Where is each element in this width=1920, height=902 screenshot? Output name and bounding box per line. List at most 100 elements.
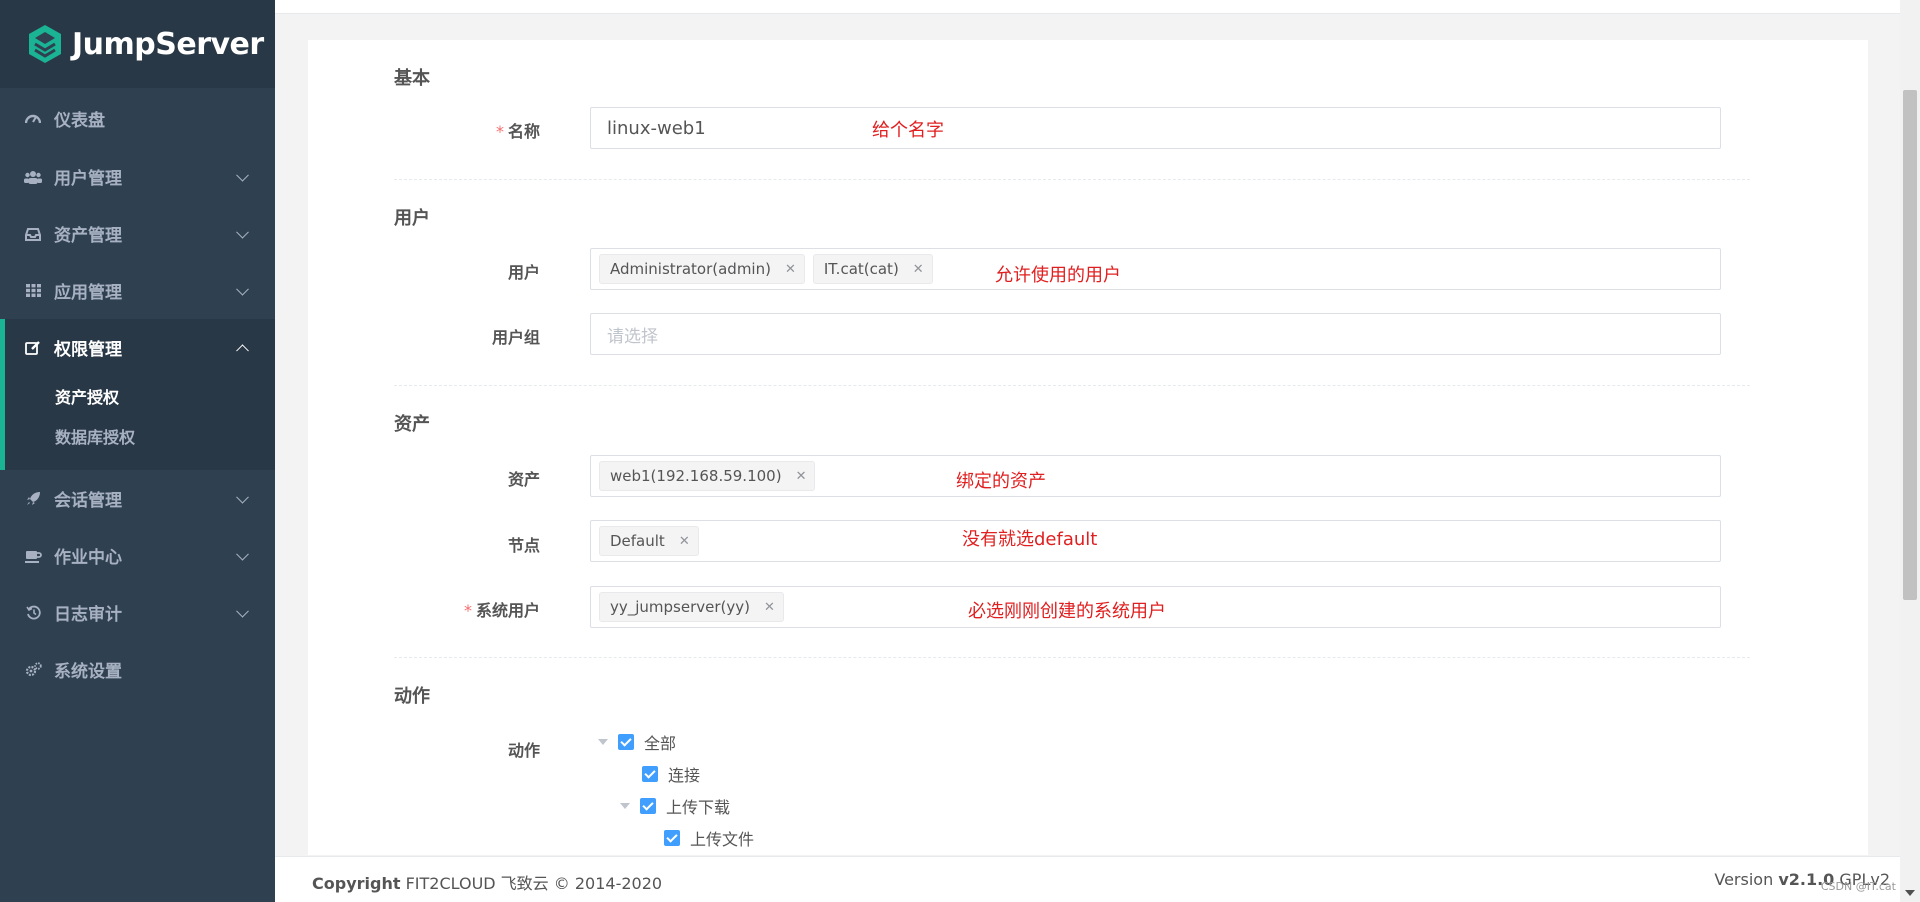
chevron-down-icon [236,490,249,504]
sidebar-item-dashboard[interactable]: 仪表盘 [0,88,275,148]
brand-name: JumpServer [72,26,264,62]
section-title-basic: 基本 [394,68,430,89]
chevron-down-icon [236,168,249,182]
users-label: 用户 [507,263,540,282]
assets-select[interactable]: web1(192.168.59.100) ✕ [590,455,1721,497]
sidebar-subitem-database-permission[interactable]: 数据库授权 [5,416,275,456]
section-divider [394,657,1750,658]
tree-node-upload[interactable]: 上传文件 [664,826,754,850]
sidebar-item-users[interactable]: 用户管理 [0,148,275,205]
inbox-icon [24,225,42,243]
tree-node-connect[interactable]: 连接 [642,762,700,786]
section-title-asset: 资产 [394,414,430,435]
scroll-down-arrow-icon[interactable] [1905,890,1915,896]
section-divider [394,179,1750,180]
coffee-icon [24,547,42,565]
close-icon[interactable]: ✕ [796,469,807,484]
chevron-down-icon [236,225,249,239]
sidebar-item-permissions[interactable]: 权限管理 [5,319,275,376]
annotation-users: 允许使用的用户 [995,265,1121,286]
checkbox-checked[interactable] [640,798,656,814]
footer: Copyright FIT2CLOUD 飞致云 © 2014-2020 Vers… [275,856,1900,902]
annotation-system-user: 必选刚刚创建的系统用户 [968,601,1166,622]
tree-node-transfer[interactable]: 上传下载 [620,794,730,818]
permissions-submenu: 资产授权 数据库授权 [5,376,275,470]
caret-down-icon[interactable] [598,739,608,745]
gears-icon [24,661,42,679]
sidebar-item-settings[interactable]: 系统设置 [0,641,275,698]
jumpserver-logo-icon [29,25,61,63]
section-divider [394,385,1750,386]
dashboard-icon [24,109,42,127]
tree-node-all[interactable]: 全部 [598,730,676,754]
users-select[interactable]: Administrator(admin) ✕ IT.cat(cat) ✕ [590,248,1721,290]
page-scrollbar[interactable] [1900,0,1920,902]
sidebar-item-label: 会话管理 [54,491,122,511]
name-label: * 名称 [495,122,540,141]
required-mark: * [495,122,504,141]
checkbox-checked[interactable] [664,830,680,846]
sidebar-item-sessions[interactable]: 会话管理 [0,470,275,527]
user-tag: Administrator(admin) ✕ [599,254,805,284]
close-icon[interactable]: ✕ [785,262,796,277]
sidebar-item-label: 应用管理 [54,283,122,303]
sidebar-item-audit[interactable]: 日志审计 [0,584,275,641]
user-groups-label: 用户组 [491,328,540,347]
close-icon[interactable]: ✕ [679,534,690,549]
scrollbar-thumb[interactable] [1903,90,1917,600]
system-user-label: * 系统用户 [463,601,540,620]
nodes-label: 节点 [507,536,540,555]
users-icon [24,168,42,186]
caret-down-icon[interactable] [620,803,630,809]
close-icon[interactable]: ✕ [764,600,775,615]
sidebar-group-permissions: 权限管理 资产授权 数据库授权 [0,319,275,470]
annotation-assets: 绑定的资产 [956,471,1046,492]
sidebar-item-label: 作业中心 [54,548,122,568]
node-tag: Default ✕ [599,526,699,556]
sidebar-item-label: 资产管理 [54,226,122,246]
checkbox-checked[interactable] [618,734,634,750]
chevron-down-icon [236,547,249,561]
copyright: Copyright FIT2CLOUD 飞致云 © 2014-2020 [312,874,663,893]
user-groups-select[interactable]: 请选择 [590,313,1721,355]
chevron-down-icon [236,604,249,618]
asset-tag: web1(192.168.59.100) ✕ [599,461,816,491]
annotation-nodes: 没有就选default [962,529,1098,550]
name-input-value: linux-web1 [607,117,706,139]
system-user-tag: yy_jumpserver(yy) ✕ [599,592,784,622]
sidebar-item-label: 仪表盘 [54,110,105,131]
sidebar: JumpServer 仪表盘 用户管理 资产管理 应用管理 权限管理 资产授权 … [0,0,275,902]
chevron-up-icon [236,343,249,357]
logo[interactable]: JumpServer [0,0,275,88]
grid-icon [24,282,42,300]
permission-form-card: 基本 * 名称 linux-web1 给个名字 用户 用户 Administrat… [308,40,1868,855]
required-mark: * [463,601,472,620]
history-icon [24,604,42,622]
actions-label: 动作 [507,741,540,760]
sidebar-item-label: 权限管理 [54,340,122,360]
name-input[interactable]: linux-web1 [590,107,1721,149]
assets-label: 资产 [507,470,540,489]
user-groups-placeholder: 请选择 [607,326,658,347]
sidebar-menu-lower: 会话管理 作业中心 日志审计 系统设置 [0,470,275,698]
sidebar-item-label: 系统设置 [54,662,122,682]
close-icon[interactable]: ✕ [913,262,924,277]
annotation-name: 给个名字 [872,120,944,141]
top-navbar [275,0,1920,14]
section-title-action: 动作 [394,686,430,707]
sidebar-item-label: 用户管理 [54,169,122,189]
chevron-down-icon [236,282,249,296]
sidebar-item-applications[interactable]: 应用管理 [0,262,275,319]
sidebar-item-jobs[interactable]: 作业中心 [0,527,275,584]
checkbox-checked[interactable] [642,766,658,782]
sidebar-item-label: 日志审计 [54,605,122,625]
sidebar-subitem-asset-permission[interactable]: 资产授权 [5,376,275,416]
rocket-icon [24,490,42,508]
edit-icon [24,339,42,357]
user-tag: IT.cat(cat) ✕ [812,254,933,284]
nodes-select[interactable]: Default ✕ [590,520,1721,562]
section-title-user: 用户 [394,208,430,229]
sidebar-menu: 仪表盘 用户管理 资产管理 应用管理 [0,88,275,319]
watermark: CSDN @IT.cat [1820,880,1896,893]
sidebar-item-assets[interactable]: 资产管理 [0,205,275,262]
